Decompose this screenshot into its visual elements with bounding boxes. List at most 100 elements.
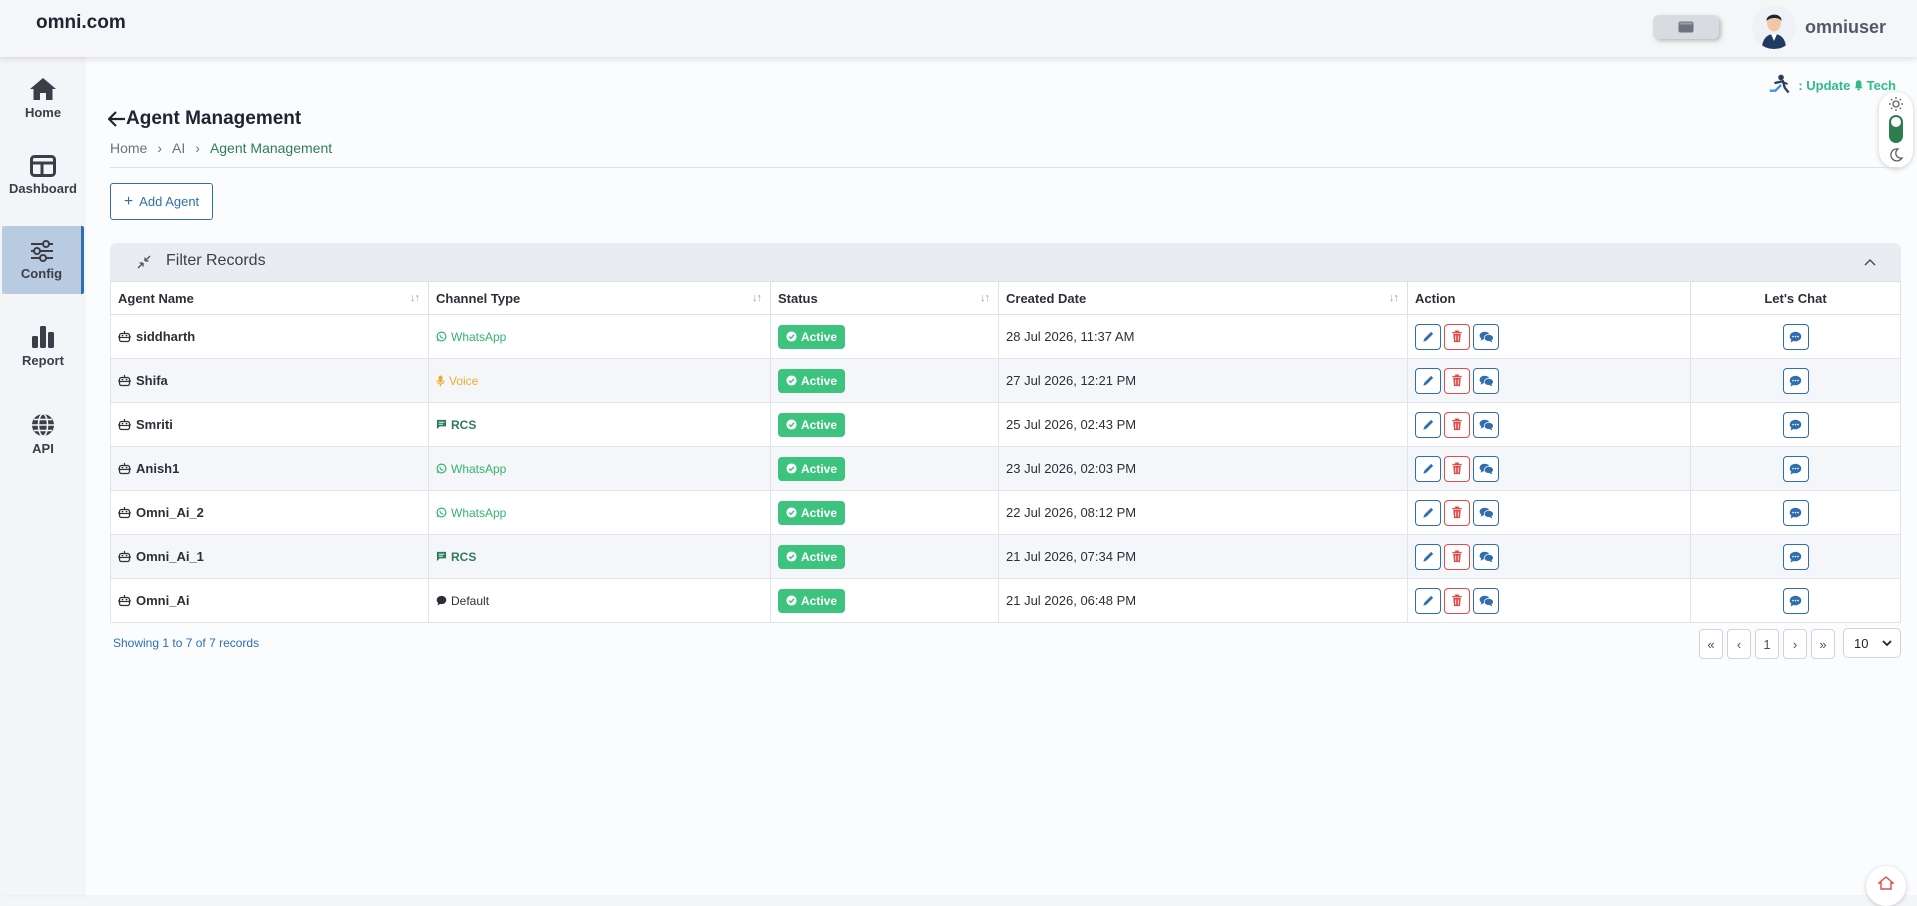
table-row: Anish1 WhatsApp Active 23 Jul 2026, 02:03 P… (110, 446, 1901, 491)
update-banner[interactable]: : Update Tech (1766, 74, 1896, 96)
agents-table: Agent Name ↓↑ Channel Type ↓↑ Status ↓↑ Cre… (110, 281, 1901, 623)
delete-button[interactable] (1444, 543, 1470, 570)
last-page-button[interactable]: » (1811, 629, 1835, 659)
column-header-agent-name[interactable]: Agent Name ↓↑ (110, 281, 429, 315)
edit-button[interactable] (1415, 323, 1441, 350)
lets-chat-cell (1690, 534, 1901, 579)
per-page-select[interactable]: 10 (1843, 628, 1901, 658)
filter-records-bar[interactable]: Filter Records (110, 243, 1901, 281)
bar-chart-icon (32, 325, 54, 348)
page-number-button[interactable]: 1 (1755, 629, 1779, 659)
status-badge: Active (778, 368, 846, 393)
tech-text: Tech (1866, 77, 1896, 93)
sort-icon[interactable]: ↓↑ (752, 292, 762, 304)
sidebar-item-config[interactable]: Config (2, 226, 84, 294)
toggle-knob[interactable] (1891, 117, 1901, 127)
delete-button[interactable] (1444, 367, 1470, 394)
next-page-button[interactable]: › (1783, 629, 1807, 659)
lets-chat-button[interactable] (1782, 411, 1809, 438)
status-cell: Active (770, 358, 999, 403)
sort-icon[interactable]: ↓↑ (980, 292, 990, 304)
sidebar-item-api[interactable]: API (0, 400, 86, 468)
conversations-button[interactable] (1473, 323, 1499, 350)
lets-chat-button[interactable] (1782, 323, 1809, 350)
delete-button[interactable] (1444, 455, 1470, 482)
theme-toggle[interactable] (1879, 92, 1913, 168)
trash-icon (1452, 594, 1462, 607)
comments-icon (1479, 595, 1494, 607)
created-date-cell: 22 Jul 2026, 08:12 PM (998, 490, 1408, 535)
username[interactable]: omniuser (1805, 17, 1886, 38)
lets-chat-button[interactable] (1782, 367, 1809, 394)
sort-icon[interactable]: ↓↑ (1389, 292, 1399, 304)
edit-button[interactable] (1415, 367, 1441, 394)
collapse-arrows-icon[interactable] (137, 255, 151, 269)
records-info: Showing 1 to 7 of 7 records (113, 636, 260, 650)
prev-page-button[interactable]: ‹ (1727, 629, 1751, 659)
lets-chat-button[interactable] (1782, 455, 1809, 482)
column-header-channel-type[interactable]: Channel Type ↓↑ (428, 281, 771, 315)
channel-type-cell: RCS (428, 534, 771, 579)
created-date-cell: 27 Jul 2026, 12:21 PM (998, 358, 1408, 403)
delete-button[interactable] (1444, 323, 1470, 350)
whatsapp-icon (436, 463, 447, 474)
sidebar-item-dashboard[interactable]: Dashboard (0, 141, 86, 209)
status-cell: Active (770, 402, 999, 447)
first-page-button[interactable]: « (1699, 629, 1723, 659)
column-header-created-date[interactable]: Created Date ↓↑ (998, 281, 1408, 315)
lets-chat-button[interactable] (1782, 499, 1809, 526)
conversations-button[interactable] (1473, 455, 1499, 482)
breadcrumb-home[interactable]: Home (110, 140, 147, 156)
conversations-button[interactable] (1473, 411, 1499, 438)
edit-button[interactable] (1415, 587, 1441, 614)
conversations-button[interactable] (1473, 543, 1499, 570)
edit-button[interactable] (1415, 543, 1441, 570)
created-date-cell: 21 Jul 2026, 07:34 PM (998, 534, 1408, 579)
brand-logo[interactable]: omni.com (36, 12, 126, 34)
sidebar-item-home[interactable]: Home (0, 64, 86, 132)
breadcrumb-ai[interactable]: AI (172, 140, 185, 156)
column-header-status[interactable]: Status ↓↑ (770, 281, 999, 315)
sliders-icon (30, 239, 53, 262)
delete-button[interactable] (1444, 587, 1470, 614)
sidebar-item-report[interactable]: Report (0, 312, 86, 380)
comments-icon (1479, 331, 1494, 343)
back-arrow-icon[interactable] (108, 111, 126, 127)
channel-type: Voice (436, 374, 763, 388)
add-agent-label: Add Agent (139, 194, 200, 209)
agent-name: Omni_Ai_2 (136, 505, 204, 520)
chat-dots-icon (1789, 331, 1802, 343)
delete-button[interactable] (1444, 499, 1470, 526)
home-icon (30, 77, 56, 100)
rcs-message-icon (436, 419, 447, 430)
top-bar: omni.com omniuser (0, 0, 1917, 57)
edit-button[interactable] (1415, 499, 1441, 526)
user-avatar[interactable] (1752, 5, 1796, 49)
trash-icon (1452, 550, 1462, 563)
edit-button[interactable] (1415, 455, 1441, 482)
lets-chat-cell (1690, 578, 1901, 623)
conversations-button[interactable] (1473, 587, 1499, 614)
check-circle-icon (786, 419, 797, 430)
trash-icon (1452, 462, 1462, 475)
wallet-button[interactable] (1653, 15, 1719, 39)
conversations-button[interactable] (1473, 367, 1499, 394)
edit-button[interactable] (1415, 411, 1441, 438)
channel-type-cell: WhatsApp (428, 490, 771, 535)
status-cell: Active (770, 578, 999, 623)
sidebar-item-label: Home (24, 104, 62, 120)
chevron-up-icon[interactable] (1864, 258, 1876, 266)
chat-dots-icon (1789, 595, 1802, 607)
lets-chat-button[interactable] (1782, 587, 1809, 614)
sort-icon[interactable]: ↓↑ (410, 292, 420, 304)
comments-icon (1479, 507, 1494, 519)
add-agent-button[interactable]: + Add Agent (110, 183, 213, 220)
chevron-down-icon (1882, 639, 1893, 646)
conversations-button[interactable] (1473, 499, 1499, 526)
channel-type-cell: WhatsApp (428, 446, 771, 491)
lets-chat-cell (1690, 490, 1901, 535)
lets-chat-button[interactable] (1782, 543, 1809, 570)
chat-bubble-icon (436, 595, 447, 606)
floating-home-button[interactable] (1866, 866, 1906, 906)
delete-button[interactable] (1444, 411, 1470, 438)
